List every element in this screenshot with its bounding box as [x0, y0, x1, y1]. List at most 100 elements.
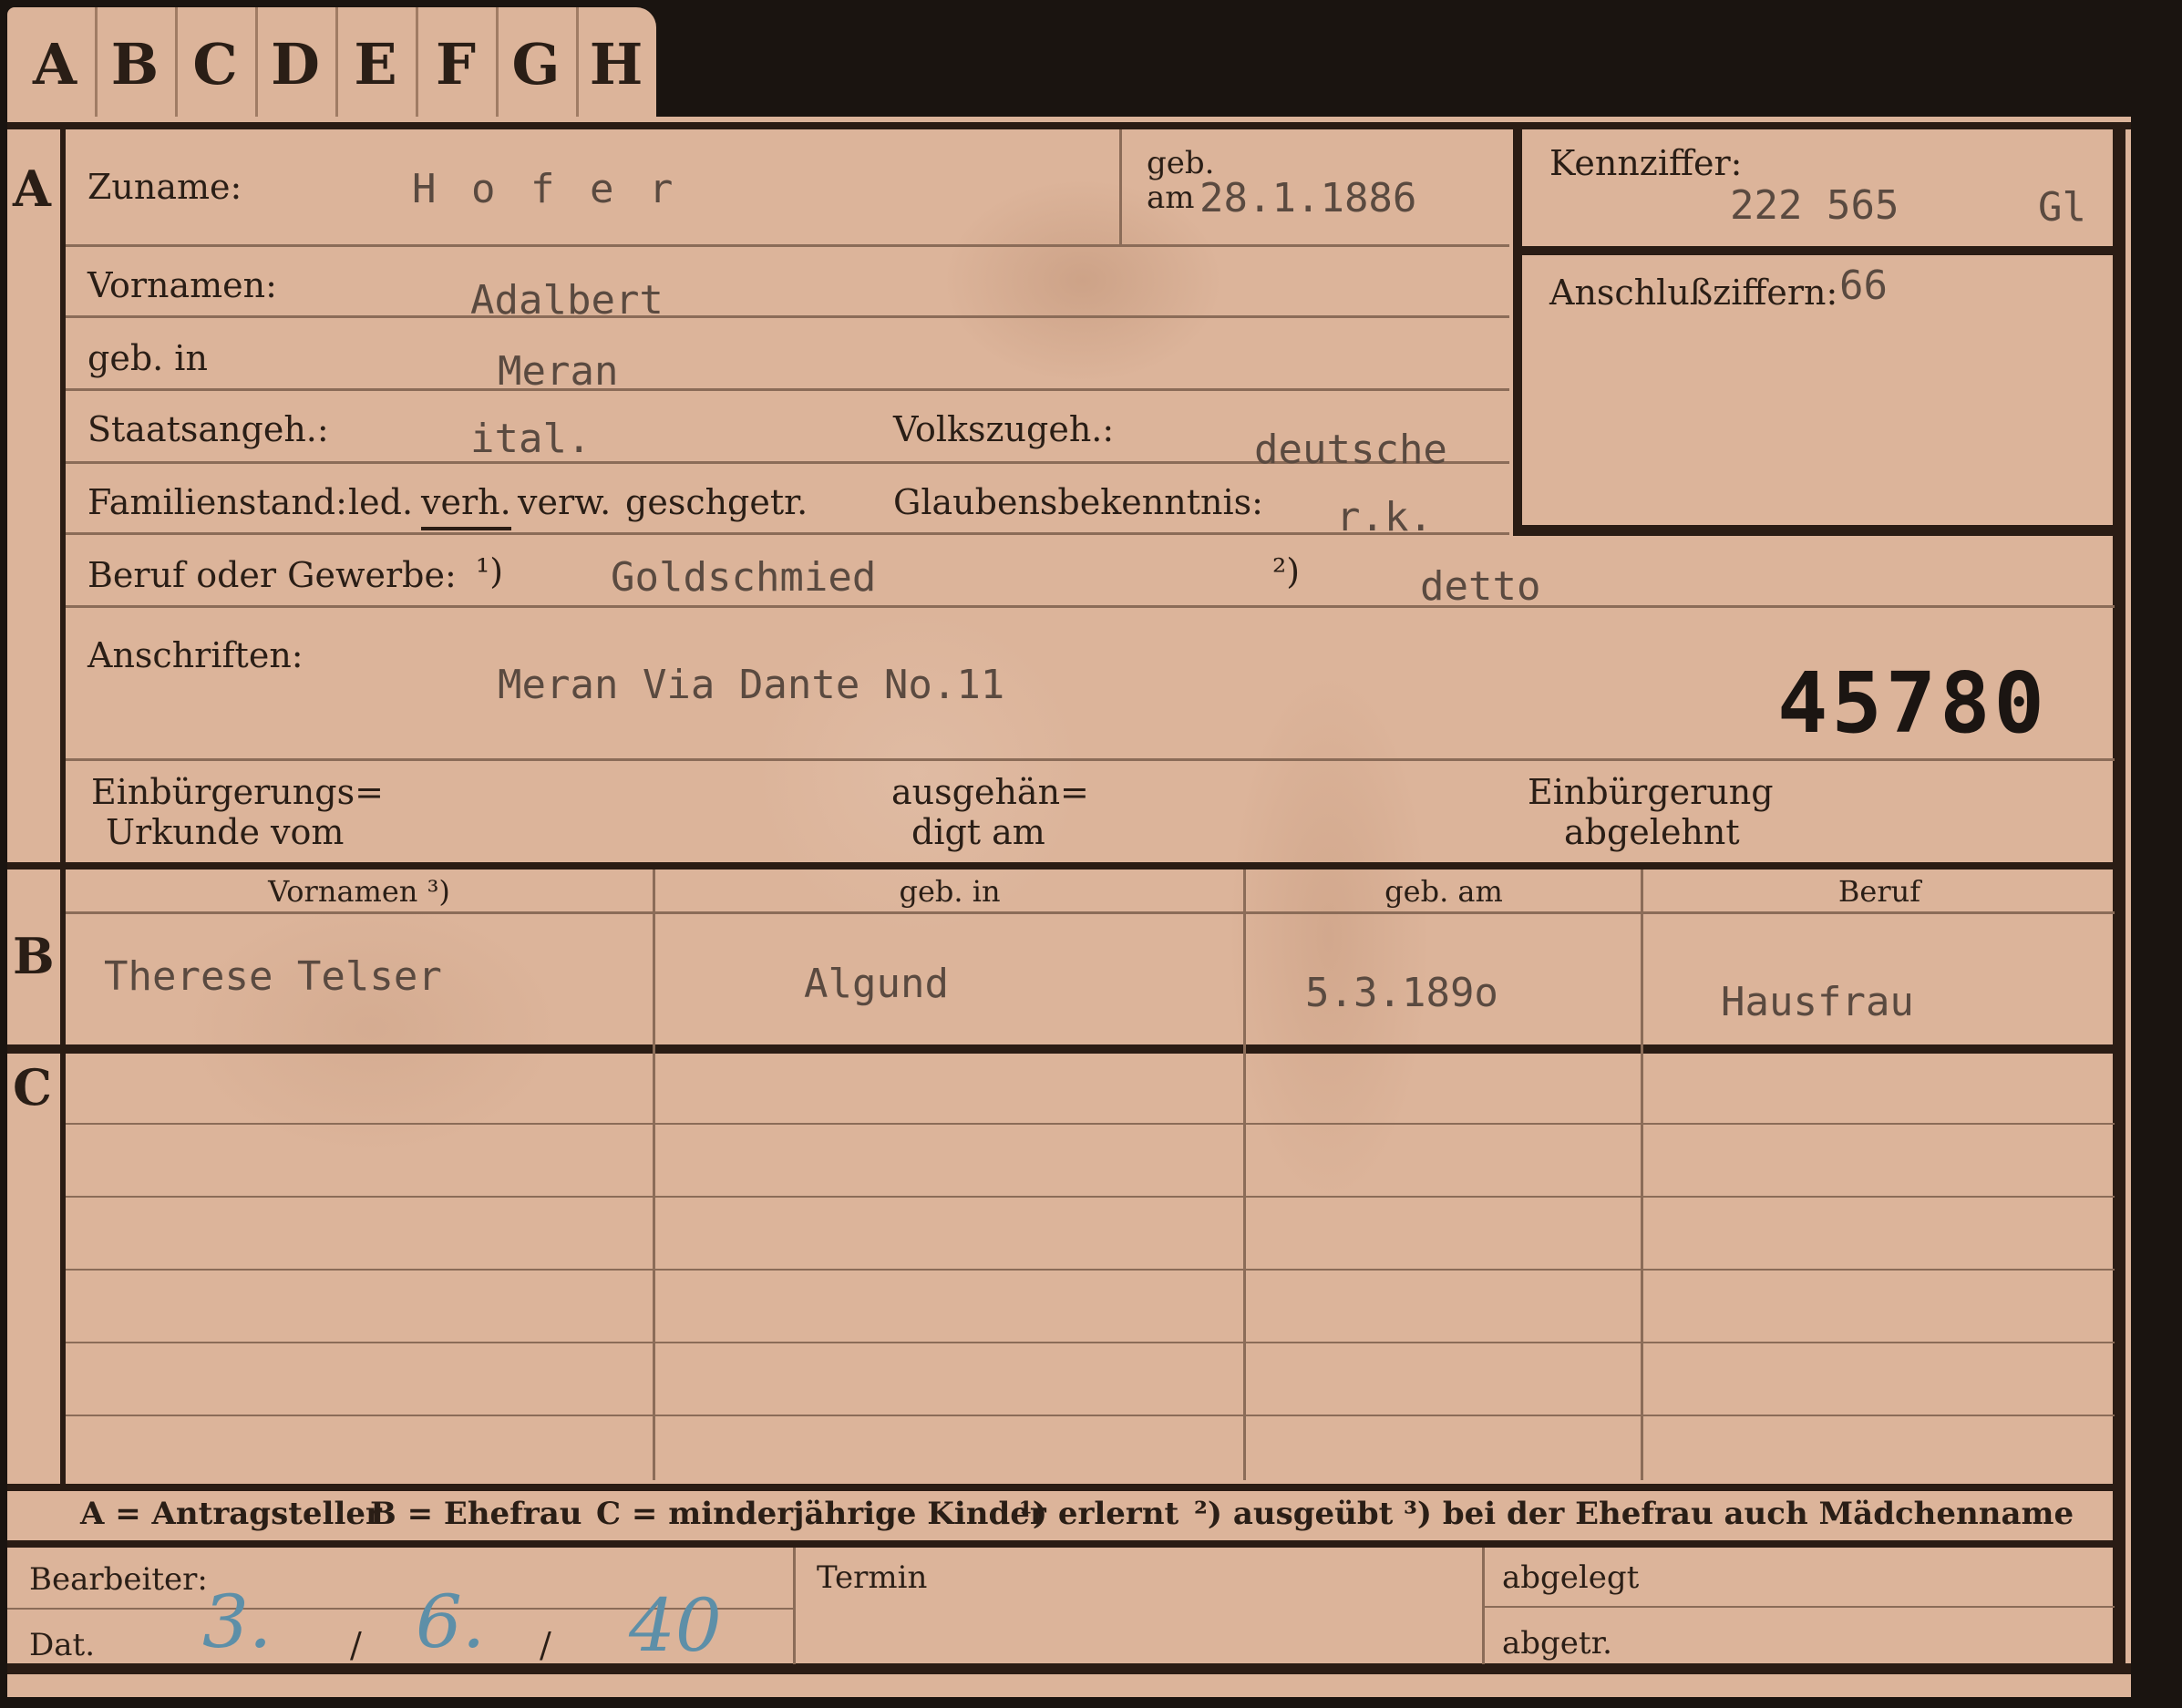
tab-a[interactable]: A — [15, 7, 98, 120]
b-beruf-value[interactable]: Hausfrau — [1721, 983, 1914, 1023]
section-margin-line — [60, 128, 66, 1484]
familienstand-option-gesch[interactable]: gesch. — [625, 485, 738, 520]
kennziffer-label: Kennziffer: — [1549, 143, 1743, 183]
tab-b[interactable]: B — [95, 7, 178, 120]
tab-g[interactable]: G — [496, 7, 579, 120]
b-header-geb-in: geb. in — [899, 874, 1001, 909]
einb-urkunde-label-line2: Urkunde vom — [106, 812, 345, 852]
legend-c: C = minderjährige Kinder — [596, 1496, 1046, 1532]
vornamen-label: Vornamen: — [87, 265, 277, 305]
beruf-value-1[interactable]: Goldschmied — [611, 558, 876, 598]
c-row-line — [66, 1342, 2115, 1343]
divider — [66, 532, 1509, 535]
divider — [1119, 129, 1122, 244]
geb-in-label: geb. in — [87, 338, 208, 378]
c-row-line — [66, 1269, 2115, 1271]
am-label: am — [1147, 180, 1195, 216]
geb-in-value[interactable]: Meran — [498, 352, 618, 392]
divider — [66, 244, 1509, 247]
abgelegt-label: abgelegt — [1502, 1559, 1640, 1596]
ausgehaendigt-label-line1: ausgehän= — [891, 772, 1089, 812]
legend-b: B = Ehefrau — [370, 1496, 582, 1532]
vornamen-value[interactable]: Adalbert — [470, 281, 664, 321]
staatsangeh-value[interactable]: ital. — [470, 419, 591, 459]
b-geb-am-value[interactable]: 5.3.189o — [1305, 973, 1498, 1013]
einb-abgelehnt-label-line2: abgelehnt — [1564, 812, 1740, 852]
tab-f[interactable]: F — [416, 7, 499, 120]
handwritten-date-day: 3. — [202, 1579, 273, 1664]
date-separator-1: / — [350, 1625, 362, 1665]
section-b-top-border — [7, 862, 2122, 869]
abgetr-label: abgetr. — [1502, 1625, 1612, 1662]
birth-date-value[interactable]: 28.1.1886 — [1199, 179, 1416, 219]
handwritten-date-month: 6. — [416, 1579, 486, 1664]
c-row-line — [66, 1196, 2115, 1198]
tab-e[interactable]: E — [335, 7, 418, 120]
beruf-label: Beruf oder Gewerbe: — [87, 555, 457, 595]
glauben-value[interactable]: r.k. — [1336, 498, 1433, 538]
familienstand-option-verh-selected[interactable]: verh. — [421, 485, 511, 530]
divider — [66, 315, 1509, 318]
einb-urkunde-label-line1: Einbürgerungs= — [91, 772, 384, 812]
zuname-label: Zuname: — [87, 167, 242, 207]
kennziffer-box-bottom — [1513, 525, 2115, 536]
familienstand-option-verw[interactable]: verw. — [518, 485, 611, 520]
divider — [66, 758, 2115, 761]
anschriften-label: Anschriften: — [87, 635, 304, 675]
divider — [793, 1548, 796, 1664]
divider — [66, 605, 2115, 608]
b-geb-in-value[interactable]: Algund — [804, 964, 949, 1004]
legend-note-2: ²) ausgeübt — [1194, 1496, 1394, 1532]
b-header-geb-am: geb. am — [1384, 874, 1503, 909]
b-header-vornamen: Vornamen ³) — [268, 874, 450, 909]
b-vornamen-value[interactable]: Therese Telser — [104, 957, 442, 997]
staatsangeh-label: Staatsangeh.: — [87, 409, 329, 449]
termin-label: Termin — [817, 1559, 928, 1596]
familienstand-option-led[interactable]: led. — [348, 485, 413, 520]
anschluss-value[interactable]: 66 — [1839, 266, 1888, 306]
volkszugeh-value[interactable]: deutsche — [1254, 430, 1447, 470]
divider — [653, 869, 655, 1480]
einb-abgelehnt-label-line1: Einbürgerung — [1528, 772, 1774, 812]
beruf-value-2[interactable]: detto — [1420, 567, 1540, 607]
glauben-label: Glaubensbekenntnis: — [893, 482, 1263, 522]
bearbeiter-label: Bearbeiter: — [29, 1561, 208, 1598]
kennziffer-box-left — [1513, 129, 1522, 534]
divider — [1641, 869, 1643, 1480]
tab-c[interactable]: C — [175, 7, 258, 120]
ausgehaendigt-label-line2: digt am — [911, 812, 1045, 852]
section-c-marker: C — [13, 1058, 52, 1116]
c-row-line — [66, 1123, 2115, 1125]
familienstand-option-getr[interactable]: getr. — [727, 485, 808, 520]
stamp-number: 45780 — [1777, 654, 2048, 752]
index-tab-strip: A B C D E F G H — [7, 7, 656, 120]
volkszugeh-label: Volkszugeh.: — [893, 409, 1115, 449]
geb-label: geb. — [1147, 145, 1215, 181]
legend-note-3: ³) bei der Ehefrau auch Mädchenname — [1404, 1496, 2074, 1532]
anschluss-label: Anschlußziffern: — [1549, 273, 1838, 313]
legend-a: A = Antragsteller — [80, 1496, 382, 1532]
section-a-marker: A — [13, 159, 51, 218]
tab-h[interactable]: H — [576, 7, 656, 120]
card-top-border — [7, 122, 2131, 129]
beruf-marker-1: ¹) — [476, 551, 504, 592]
divider — [1243, 869, 1246, 1480]
legend-top-border — [7, 1484, 2122, 1491]
anschriften-value[interactable]: Meran Via Dante No.11 — [498, 665, 1004, 705]
kennziffer-box-mid — [1513, 246, 2115, 255]
dat-label: Dat. — [29, 1627, 96, 1663]
kennziffer-suffix[interactable]: Gl — [2038, 188, 2086, 228]
divider — [66, 388, 1509, 391]
familienstand-label: Familienstand: — [87, 482, 347, 522]
card-bottom-border — [7, 1663, 2131, 1674]
kennziffer-value[interactable]: 222 565 — [1730, 186, 1899, 226]
divider — [1484, 1606, 2115, 1608]
section-b-bottom-border — [7, 1044, 2122, 1054]
legend-note-1: ¹) erlernt — [1019, 1496, 1179, 1532]
beruf-marker-2: ²) — [1272, 551, 1301, 592]
zuname-value[interactable]: H o f e r — [412, 170, 678, 210]
date-separator-2: / — [540, 1625, 551, 1665]
tab-d[interactable]: D — [255, 7, 338, 120]
legend-bottom-border — [7, 1540, 2122, 1548]
section-b-marker: B — [13, 927, 55, 985]
